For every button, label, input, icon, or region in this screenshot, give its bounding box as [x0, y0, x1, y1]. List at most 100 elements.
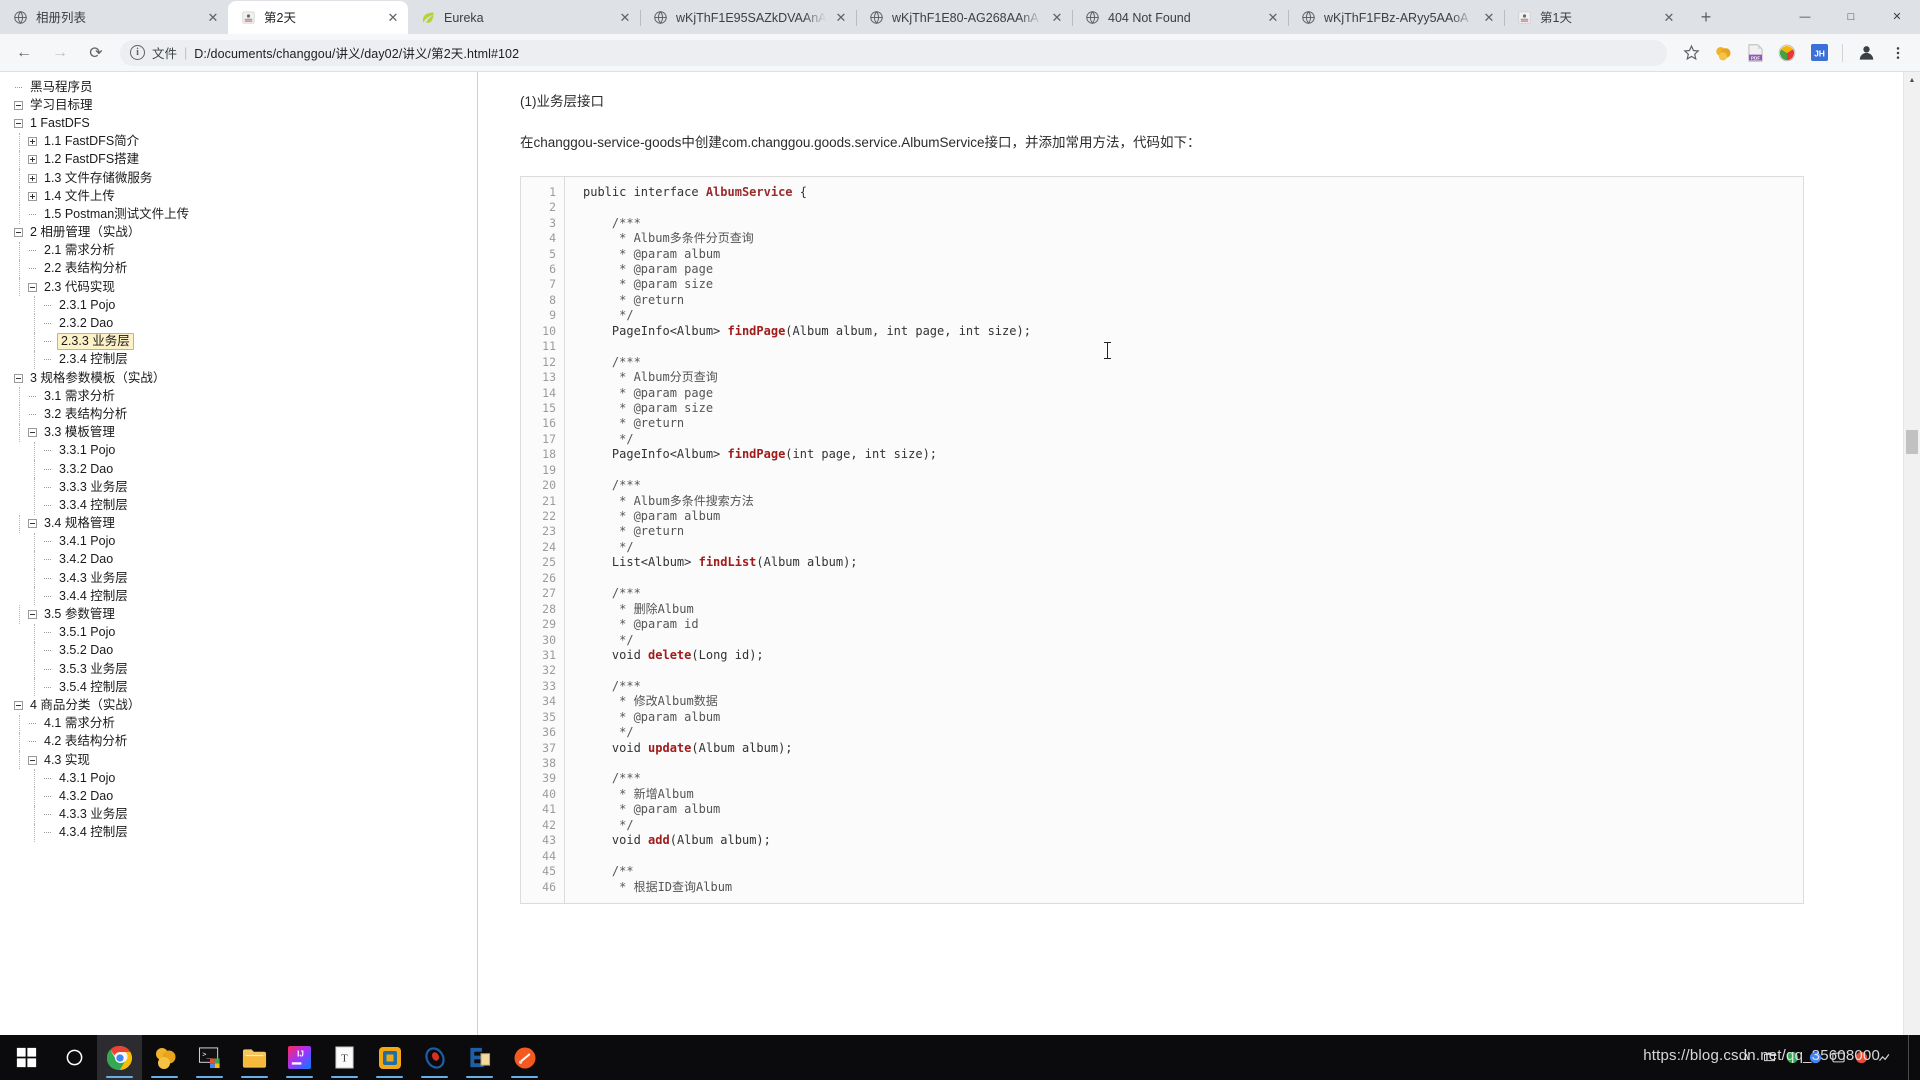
- back-button[interactable]: ←: [9, 38, 39, 68]
- expand-icon[interactable]: [28, 191, 37, 201]
- toc-item[interactable]: 4.3.1 Pojo: [10, 769, 477, 788]
- browser-tab[interactable]: Eureka ✕: [408, 1, 640, 34]
- browser-tab[interactable]: 第1天 ✕: [1504, 1, 1684, 34]
- collapse-icon[interactable]: [14, 228, 23, 238]
- toc-item[interactable]: 4 商品分类（实战）: [10, 696, 477, 714]
- toc-item[interactable]: 3.4.1 Pojo: [10, 532, 477, 552]
- browser-tab[interactable]: 相册列表 ✕: [0, 1, 228, 34]
- browser-tab[interactable]: wKjThF1FBz-ARyy5AAoA ✕: [1288, 1, 1504, 34]
- tab-close-icon[interactable]: ✕: [202, 7, 224, 29]
- new-tab-button[interactable]: +: [1692, 3, 1720, 31]
- file-explorer-icon[interactable]: [232, 1035, 277, 1080]
- browser-tab[interactable]: wKjThF1E95SAZkDVAAnA ✕: [640, 1, 856, 34]
- tab-close-icon[interactable]: ✕: [382, 7, 404, 29]
- toc-item[interactable]: 4.3.2 Dao: [10, 787, 477, 806]
- toc-item[interactable]: 3.5.2 Dao: [10, 641, 477, 661]
- toc-item[interactable]: 3 规格参数模板（实战）: [10, 369, 477, 387]
- toc-item[interactable]: 1.5 Postman测试文件上传: [10, 205, 477, 224]
- yandex-extension-icon[interactable]: [1774, 40, 1800, 66]
- toc-item[interactable]: 3.3.1 Pojo: [10, 441, 477, 461]
- toc-item[interactable]: 3.1 需求分析: [10, 387, 477, 406]
- forward-button[interactable]: →: [45, 38, 75, 68]
- toc-item[interactable]: 3.4.4 控制层: [10, 587, 477, 606]
- toc-item[interactable]: 2.3.3 业务层: [10, 332, 477, 352]
- expand-icon[interactable]: [28, 155, 37, 165]
- typora-icon[interactable]: T: [322, 1035, 367, 1080]
- code-source[interactable]: public interface AlbumService { /*** * A…: [565, 177, 1803, 903]
- toc-item[interactable]: 学习目标理: [10, 96, 477, 114]
- profile-avatar-icon[interactable]: [1853, 40, 1879, 66]
- expand-icon[interactable]: [28, 173, 37, 183]
- window-maximize-button[interactable]: □: [1828, 0, 1874, 33]
- collapse-icon[interactable]: [28, 755, 37, 765]
- terminal-icon[interactable]: >_: [187, 1035, 232, 1080]
- toc-item[interactable]: 3.4.2 Dao: [10, 550, 477, 570]
- toc-item[interactable]: 2.3.1 Pojo: [10, 296, 477, 315]
- chrome-menu-icon[interactable]: [1885, 40, 1911, 66]
- vmware-icon[interactable]: [367, 1035, 412, 1080]
- toc-item[interactable]: 1.1 FastDFS简介: [10, 132, 477, 151]
- toc-item[interactable]: 3.4 规格管理: [10, 514, 477, 533]
- collapse-icon[interactable]: [14, 373, 23, 383]
- collapse-icon[interactable]: [28, 428, 37, 438]
- postman-icon[interactable]: [412, 1035, 457, 1080]
- browser-tab[interactable]: 404 Not Found ✕: [1072, 1, 1288, 34]
- toc-item[interactable]: 1 FastDFS: [10, 114, 477, 132]
- toc-item[interactable]: 2.3 代码实现: [10, 278, 477, 297]
- browser-tab[interactable]: wKjThF1E80-AG268AAnA ✕: [856, 1, 1072, 34]
- toc-item[interactable]: 2.1 需求分析: [10, 241, 477, 261]
- vertical-scrollbar[interactable]: ▲: [1903, 72, 1920, 1035]
- toc-item[interactable]: 1.4 文件上传: [10, 187, 477, 206]
- scroll-up-arrow[interactable]: ▲: [1904, 72, 1920, 89]
- toc-item[interactable]: 3.5.1 Pojo: [10, 623, 477, 643]
- tab-close-icon[interactable]: ✕: [1046, 7, 1068, 29]
- tray-overflow-icon[interactable]: ∧: [1743, 1052, 1750, 1063]
- toc-item[interactable]: 2 相册管理（实战）: [10, 224, 477, 242]
- tab-close-icon[interactable]: ✕: [1262, 7, 1284, 29]
- window-minimize-button[interactable]: —: [1782, 0, 1828, 33]
- reload-button[interactable]: ⟳: [81, 38, 111, 68]
- scrollbar-thumb[interactable]: [1906, 430, 1918, 454]
- pdf-extension-icon[interactable]: PDF: [1742, 40, 1768, 66]
- toc-item[interactable]: 4.3.4 控制层: [10, 823, 477, 843]
- toc-item[interactable]: 3.3 模板管理: [10, 423, 477, 442]
- toc-item[interactable]: 1.2 FastDFS搭建: [10, 150, 477, 170]
- collapse-icon[interactable]: [14, 700, 23, 710]
- table-of-contents-sidebar[interactable]: 黑马程序员 学习目标理 1 FastDFS 1.1 FastDFS简介 1.2 Fast…: [0, 72, 478, 1035]
- bookmark-star-icon[interactable]: [1678, 40, 1704, 66]
- toc-item[interactable]: 2.2 表结构分析: [10, 259, 477, 279]
- tab-close-icon[interactable]: ✕: [830, 7, 852, 29]
- toc-item[interactable]: 3.5.3 业务层: [10, 660, 477, 679]
- toc-item[interactable]: 3.2 表结构分析: [10, 405, 477, 424]
- toc-item[interactable]: 4.1 需求分析: [10, 714, 477, 733]
- toc-item[interactable]: 1.3 文件存储微服务: [10, 168, 477, 188]
- xmind-icon[interactable]: [502, 1035, 547, 1080]
- editplus-icon[interactable]: [457, 1035, 502, 1080]
- tab-close-icon[interactable]: ✕: [614, 7, 636, 29]
- intellij-idea-icon[interactable]: IJ: [277, 1035, 322, 1080]
- extension-honey-icon[interactable]: [1710, 40, 1736, 66]
- toc-item[interactable]: 4.2 表结构分析: [10, 732, 477, 752]
- toc-item[interactable]: 3.3.3 业务层: [10, 478, 477, 497]
- page-info-icon[interactable]: i: [130, 45, 145, 60]
- show-desktop-button[interactable]: [1908, 1035, 1916, 1080]
- tray-icons-group[interactable]: [1758, 1050, 1896, 1065]
- toc-item[interactable]: 4.3 实现: [10, 750, 477, 770]
- window-close-button[interactable]: ✕: [1874, 0, 1920, 33]
- collapse-icon[interactable]: [28, 519, 37, 529]
- toc-item[interactable]: 2.3.4 控制层: [10, 350, 477, 370]
- tab-close-icon[interactable]: ✕: [1658, 7, 1680, 29]
- toc-item[interactable]: 3.5.4 控制层: [10, 678, 477, 697]
- collapse-icon[interactable]: [14, 118, 23, 128]
- cortana-search-icon[interactable]: [52, 1035, 97, 1080]
- toc-item[interactable]: 3.3.2 Dao: [10, 459, 477, 479]
- toc-item[interactable]: 3.5 参数管理: [10, 605, 477, 624]
- collapse-icon[interactable]: [28, 610, 37, 620]
- collapse-icon[interactable]: [28, 282, 37, 292]
- code-block[interactable]: 1 2 3 4 5 6 7 8 9 10 11 12 13 14 15 16 17 18 19 20 21 22 23 24 2…: [520, 175, 1804, 904]
- navicat-icon[interactable]: [142, 1035, 187, 1080]
- expand-icon[interactable]: [28, 137, 37, 147]
- tab-close-icon[interactable]: ✕: [1478, 7, 1500, 29]
- jh-extension-icon[interactable]: JH: [1806, 40, 1832, 66]
- toc-item[interactable]: 2.3.2 Dao: [10, 314, 477, 333]
